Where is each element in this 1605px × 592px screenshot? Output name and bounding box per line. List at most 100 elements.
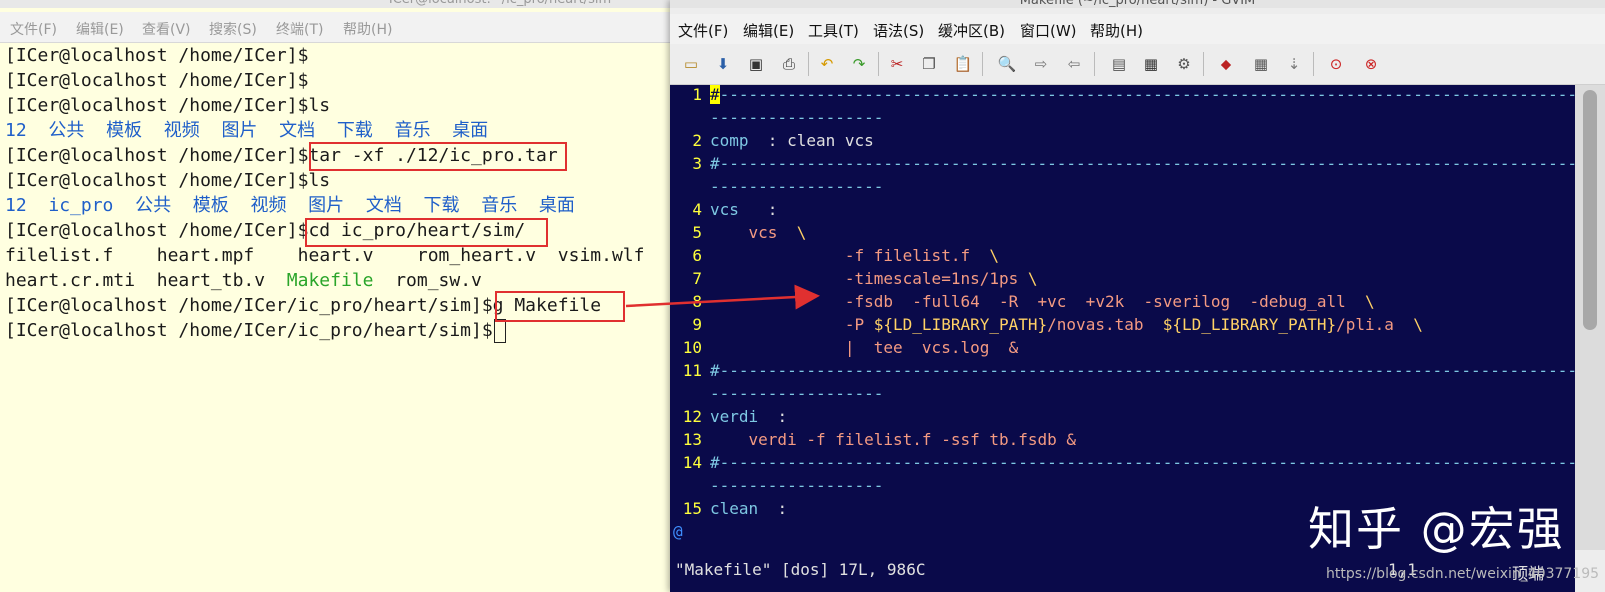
terminal-menu-file[interactable]: 文件(F): [10, 19, 57, 39]
dash-rule: ------------------: [710, 177, 884, 196]
prompt: [ICer@localhost /home/ICer]$: [5, 95, 309, 116]
save-session-icon[interactable]: ▦: [1140, 53, 1162, 75]
toolbar-separator: [808, 52, 809, 76]
line-continuation: \: [1413, 315, 1423, 334]
highlight-cd-command: [305, 218, 548, 247]
terminal-line: [ICer@localhost /home/ICer/ic_pro/heart/…: [5, 319, 506, 343]
dir-entry: 桌面: [452, 120, 489, 141]
gvim-menu-help[interactable]: 帮助(H): [1090, 20, 1143, 41]
toolbar-separator: [1313, 52, 1314, 76]
run-script-icon[interactable]: ⚙: [1173, 53, 1195, 75]
line-number: 13: [682, 430, 702, 449]
code-line: 3 #--------------------------------------…: [670, 154, 1575, 177]
dir-entry: 12: [5, 195, 27, 216]
shell-arg: -P: [844, 315, 874, 334]
env-variable: ${LD_LIBRARY_PATH}: [1162, 315, 1337, 334]
terminal-menu-terminal[interactable]: 终端(T): [276, 19, 323, 39]
help-icon[interactable]: ⊙: [1325, 53, 1347, 75]
undo-icon[interactable]: ↶: [816, 53, 838, 75]
code-line: 12 verdi :: [670, 407, 787, 430]
code-line: 10 | tee vcs.log &: [670, 338, 1019, 361]
paste-icon[interactable]: 📋: [952, 53, 974, 75]
make-icon[interactable]: ⬥: [1215, 53, 1237, 75]
ls-output: 12 ic_pro 公共 模板 视频 图片 文档 下载 音乐 桌面: [5, 194, 575, 218]
gvim-menu-file[interactable]: 文件(F): [678, 20, 728, 41]
dir-entry: 模板: [192, 195, 229, 216]
code-line: 5 vcs \: [670, 223, 806, 246]
find-prev-icon[interactable]: ⇦: [1063, 53, 1085, 75]
prompt: [ICer@localhost /home/ICer]$: [5, 220, 309, 241]
file-entry: filelist.f: [5, 245, 114, 266]
code-line: 2 comp : clean vcs: [670, 131, 873, 154]
save-all-icon[interactable]: ▣: [745, 53, 767, 75]
ls-output: 12 公共 模板 视频 图片 文档 下载 音乐 桌面: [5, 119, 488, 143]
file-entry: heart.cr.mti: [5, 270, 136, 291]
line-number: 11: [682, 361, 702, 380]
file-entry: rom_heart.v: [416, 245, 537, 266]
make-target: clean: [710, 499, 759, 518]
file-entry: vsim.wlf: [557, 245, 645, 266]
terminal-menu-view[interactable]: 查看(V): [142, 19, 191, 39]
toolbar-separator: [1203, 52, 1204, 76]
gvim-menu-window[interactable]: 窗口(W): [1020, 20, 1077, 41]
code-line-wrap: ------------------: [710, 108, 883, 131]
comment-hash: #: [710, 453, 720, 472]
save-icon[interactable]: ⬇: [712, 53, 734, 75]
gvim-menu-buffers[interactable]: 缓冲区(B): [938, 20, 1005, 41]
terminal-line: [ICer@localhost /home/ICer]$ls: [5, 169, 330, 193]
line-number: 10: [682, 338, 702, 357]
copy-icon[interactable]: ❐: [918, 53, 940, 75]
find-help-icon[interactable]: ⊗: [1360, 53, 1382, 75]
make-target: comp: [710, 131, 749, 150]
dir-entry: 公共: [48, 120, 85, 141]
gvim-scrollbar[interactable]: [1575, 85, 1605, 550]
comment-hash: #: [710, 361, 720, 380]
dir-entry: 视频: [250, 195, 287, 216]
dir-entry: 公共: [135, 195, 172, 216]
make-colon: :: [758, 407, 788, 426]
line-number: 9: [692, 315, 702, 334]
toolbar-separator: [878, 52, 879, 76]
gvim-menu-syntax[interactable]: 语法(S): [873, 20, 924, 41]
cut-icon[interactable]: ✂: [886, 53, 908, 75]
shell-arg: | tee vcs.log &: [844, 338, 1019, 357]
code-line: 14 #-------------------------------------…: [670, 453, 1575, 476]
code-line-wrap: ------------------: [710, 384, 883, 407]
ctags-icon[interactable]: ⇣: [1283, 53, 1305, 75]
gvim-menu-edit[interactable]: 编辑(E): [743, 20, 794, 41]
dash-rule: ----------------------------------------…: [719, 453, 1575, 472]
code-line: 6 -f filelist.f \: [670, 246, 999, 269]
highlight-g-command: [495, 291, 625, 322]
open-icon[interactable]: ▭: [680, 53, 702, 75]
status-file-info: "Makefile" [dos] 17L, 986C: [675, 560, 926, 579]
line-number: 1: [692, 85, 702, 104]
terminal-menu-help[interactable]: 帮助(H): [343, 19, 392, 39]
gvim-menu-tools[interactable]: 工具(T): [808, 20, 859, 41]
dir-entry: 图片: [308, 195, 345, 216]
dash-rule: ----------------------------------------…: [719, 154, 1575, 173]
file-entry: heart_tb.v: [156, 270, 266, 291]
gvim-editor[interactable]: 1 #--------------------------------------…: [670, 85, 1575, 550]
make-colon: :: [738, 200, 778, 219]
file-entry: heart.v: [297, 245, 374, 266]
prompt: [ICer@localhost /home/ICer]$: [5, 45, 309, 66]
scrollbar-thumb[interactable]: [1583, 90, 1597, 330]
file-entry: rom_sw.v: [395, 270, 482, 291]
prompt: [ICer@localhost /home/ICer]$: [5, 145, 309, 166]
shell-icon[interactable]: ▦: [1250, 53, 1272, 75]
redo-icon[interactable]: ↷: [848, 53, 870, 75]
find-next-icon[interactable]: ⇨: [1030, 53, 1052, 75]
print-icon[interactable]: ⎙: [778, 53, 800, 75]
find-replace-icon[interactable]: 🔍: [996, 53, 1018, 75]
line-continuation: \: [989, 246, 999, 265]
file-entry: heart.mpf: [156, 245, 255, 266]
line-number: 7: [692, 269, 702, 288]
load-session-icon[interactable]: ▤: [1108, 53, 1130, 75]
dir-entry: 音乐: [481, 195, 518, 216]
prompt: [ICer@localhost /home/ICer/ic_pro/heart/…: [5, 320, 493, 341]
dash-rule: ----------------------------------------…: [719, 85, 1575, 104]
terminal-menu-edit[interactable]: 编辑(E): [76, 19, 124, 39]
terminal-menu-search[interactable]: 搜索(S): [209, 19, 257, 39]
code-line: 15 clean :: [670, 499, 787, 522]
file-entry: Makefile: [286, 270, 374, 291]
